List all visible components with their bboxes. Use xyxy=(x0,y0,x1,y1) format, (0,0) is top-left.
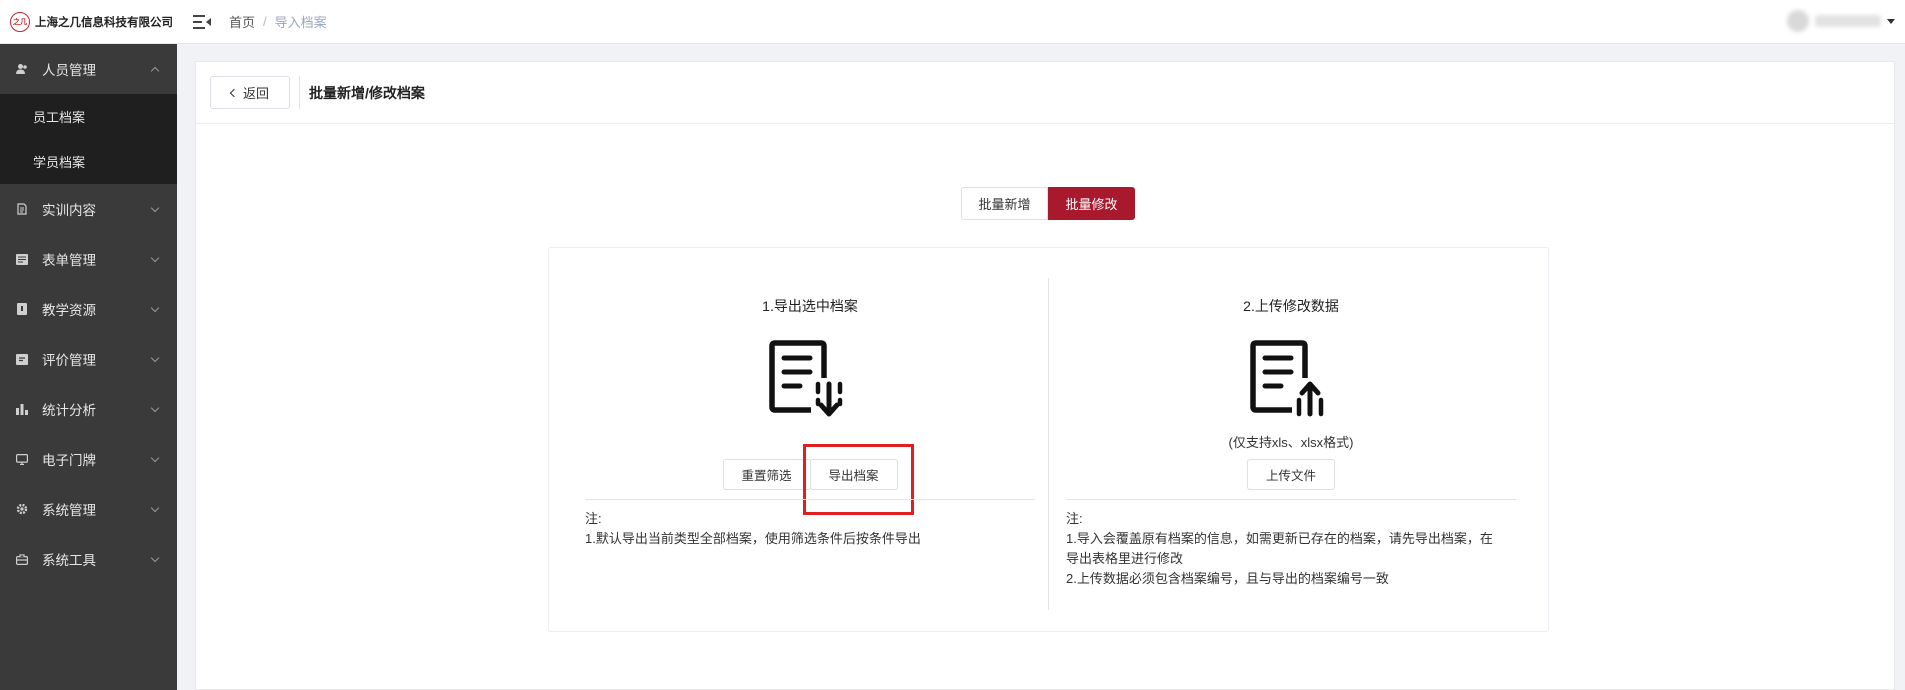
upload-step: 2.上传修改数据 (仅支持xls、xlsx格式) 上传文件 注: 1.导入会覆盖… xyxy=(1066,276,1516,606)
upload-note: 注: 1.导入会覆盖原有档案的信息，如需更新已存在的档案，请先导出档案，在 导出… xyxy=(1066,509,1516,589)
breadcrumb-current: 导入档案 xyxy=(274,15,327,30)
sidebar-item-label: 表单管理 xyxy=(42,253,96,268)
main-content: 返回 批量新增/修改档案 批量新增 批量修改 1.导出选中档案 重置筛选 导出档… xyxy=(195,61,1895,690)
note-line: 1.默认导出当前类型全部档案，使用筛选条件后按条件导出 xyxy=(585,531,921,546)
avatar xyxy=(1787,10,1809,32)
sidebar: 人员管理 员工档案 学员档案 实训内容 表单管理 教学资源 评价管理 统计分析 … xyxy=(0,44,177,690)
document-list-icon xyxy=(15,203,28,216)
sidebar-item-label: 电子门牌 xyxy=(42,453,96,468)
sidebar-item-label: 教学资源 xyxy=(42,303,96,318)
note-line: 导出表格里进行修改 xyxy=(1066,551,1184,566)
sidebar-item-evaluation[interactable]: 评价管理 xyxy=(0,334,177,384)
upload-actions: 上传文件 xyxy=(1066,459,1516,490)
form-icon xyxy=(15,253,28,266)
sidebar-item-label: 统计分析 xyxy=(42,403,96,418)
people-icon xyxy=(15,63,28,76)
brand: 之几 上海之几信息科技有限公司 xyxy=(0,0,177,44)
sidebar-item-label: 系统管理 xyxy=(42,503,96,518)
breadcrumb: 首页 / 导入档案 xyxy=(229,12,327,31)
export-records-button[interactable]: 导出档案 xyxy=(802,444,914,515)
sidebar-item-system-settings[interactable]: 系统管理 xyxy=(0,484,177,534)
book-icon xyxy=(15,303,28,316)
toolbox-icon xyxy=(15,553,28,566)
sidebar-subitem-student-records[interactable]: 学员档案 xyxy=(0,139,177,184)
submenu-personnel: 员工档案 学员档案 xyxy=(0,94,177,184)
page-header: 返回 批量新增/修改档案 xyxy=(196,62,1894,124)
bar-chart-icon xyxy=(15,403,28,416)
monitor-icon xyxy=(15,453,28,466)
export-step: 1.导出选中档案 重置筛选 导出档案 注: 1.默认导出当前类型全部档案，使用筛… xyxy=(585,276,1035,606)
mode-tabs: 批量新增 批量修改 xyxy=(961,187,1135,220)
document-download-icon xyxy=(769,340,843,417)
gear-icon xyxy=(15,503,28,516)
company-name: 上海之几信息科技有限公司 xyxy=(35,16,173,29)
user-menu[interactable] xyxy=(1787,10,1895,32)
sidebar-item-label: 评价管理 xyxy=(42,353,96,368)
chevron-down-icon xyxy=(150,403,160,413)
sidebar-item-e-doorplate[interactable]: 电子门牌 xyxy=(0,434,177,484)
export-records-label: 导出档案 xyxy=(828,469,879,483)
note-title: 注: xyxy=(585,511,602,526)
reset-filter-button[interactable]: 重置筛选 xyxy=(722,459,811,490)
sidebar-item-training[interactable]: 实训内容 xyxy=(0,184,177,234)
sidebar-item-personnel[interactable]: 人员管理 xyxy=(0,44,177,94)
import-panel: 1.导出选中档案 重置筛选 导出档案 注: 1.默认导出当前类型全部档案，使用筛… xyxy=(548,247,1549,632)
sidebar-toggle-icon[interactable] xyxy=(193,14,211,29)
tab-batch-edit[interactable]: 批量修改 xyxy=(1048,187,1135,220)
sidebar-subitem-employee-records[interactable]: 员工档案 xyxy=(0,94,177,139)
page-title: 批量新增/修改档案 xyxy=(309,84,425,101)
sidebar-item-label: 系统工具 xyxy=(42,553,96,568)
upload-step-title: 2.上传修改数据 xyxy=(1243,298,1339,314)
company-logo: 之几 xyxy=(10,11,30,32)
sidebar-item-resources[interactable]: 教学资源 xyxy=(0,284,177,334)
export-step-title: 1.导出选中档案 xyxy=(762,298,858,314)
sidebar-item-label: 实训内容 xyxy=(42,203,96,218)
chevron-up-icon xyxy=(150,66,160,76)
document-upload-icon xyxy=(1250,340,1324,417)
export-note: 注: 1.默认导出当前类型全部档案，使用筛选条件后按条件导出 xyxy=(585,509,1035,549)
tab-batch-add[interactable]: 批量新增 xyxy=(961,187,1048,220)
evaluation-icon xyxy=(15,353,28,366)
upload-file-button[interactable]: 上传文件 xyxy=(1247,459,1335,490)
sidebar-item-forms[interactable]: 表单管理 xyxy=(0,234,177,284)
header-divider xyxy=(299,76,300,109)
sidebar-item-statistics[interactable]: 统计分析 xyxy=(0,384,177,434)
column-divider xyxy=(1048,278,1049,610)
user-name-blurred xyxy=(1815,15,1881,27)
back-button[interactable]: 返回 xyxy=(210,76,290,109)
chevron-down-icon xyxy=(150,203,160,213)
back-button-label: 返回 xyxy=(242,86,269,101)
format-hint: (仅支持xls、xlsx格式) xyxy=(1228,435,1354,450)
top-bar: 之几 上海之几信息科技有限公司 首页 / 导入档案 xyxy=(0,0,1905,44)
divider xyxy=(585,499,1035,500)
sidebar-item-label: 人员管理 xyxy=(42,63,96,78)
chevron-down-icon xyxy=(150,553,160,563)
divider xyxy=(1066,499,1516,500)
note-line: 2.上传数据必须包含档案编号，且与导出的档案编号一致 xyxy=(1066,571,1389,586)
note-title: 注: xyxy=(1066,511,1083,526)
breadcrumb-separator: / xyxy=(263,14,267,29)
sidebar-item-system-tools[interactable]: 系统工具 xyxy=(0,534,177,584)
breadcrumb-home-link[interactable]: 首页 xyxy=(229,12,255,31)
note-line: 1.导入会覆盖原有档案的信息，如需更新已存在的档案，请先导出档案，在 xyxy=(1066,531,1493,546)
chevron-down-icon xyxy=(150,253,160,263)
chevron-down-icon xyxy=(150,353,160,363)
chevron-down-icon xyxy=(150,453,160,463)
chevron-left-icon xyxy=(229,88,239,97)
chevron-down-icon xyxy=(150,503,160,513)
export-actions: 重置筛选 导出档案 xyxy=(585,444,1035,515)
caret-down-icon xyxy=(1887,18,1895,24)
chevron-down-icon xyxy=(150,303,160,313)
